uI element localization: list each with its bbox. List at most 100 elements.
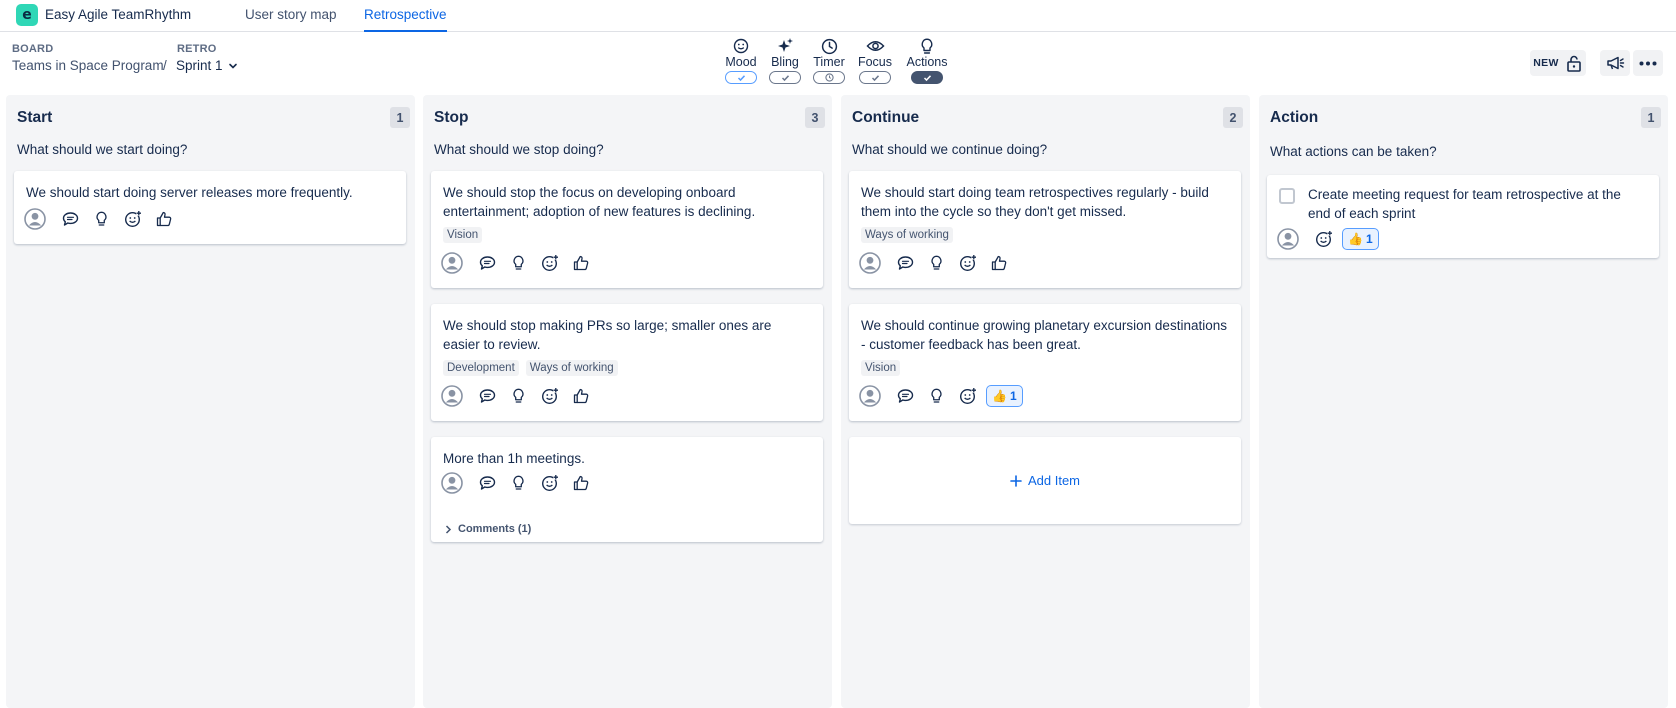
retro-card[interactable]: We should stop the focus on developing o… <box>431 171 823 288</box>
add-reaction-button[interactable] <box>117 207 148 231</box>
comment-button[interactable] <box>55 207 86 231</box>
convert-to-action-button[interactable] <box>503 384 534 408</box>
thumbs-up-icon <box>573 255 588 271</box>
avatar[interactable] <box>859 251 881 275</box>
avatar[interactable] <box>441 384 463 408</box>
convert-to-action-button[interactable] <box>921 251 952 275</box>
tag-label[interactable]: Development <box>443 360 519 376</box>
card-tags: Development Ways of working <box>443 360 618 376</box>
column-title: Action <box>1270 109 1319 126</box>
avatar[interactable] <box>1277 227 1299 251</box>
tag-label[interactable]: Vision <box>443 227 483 243</box>
add-item-button[interactable]: Add Item <box>849 437 1241 524</box>
vote-button[interactable] <box>983 251 1014 275</box>
convert-to-action-button[interactable] <box>921 384 952 408</box>
comment-button[interactable] <box>890 251 921 275</box>
vote-button[interactable] <box>148 207 179 231</box>
focus-toggle[interactable]: Focus <box>849 37 901 84</box>
comment-button[interactable] <box>472 251 503 275</box>
tag-label[interactable]: Vision <box>861 360 901 376</box>
thumbs-up-reaction[interactable]: 👍 1 <box>1342 228 1379 250</box>
megaphone-icon <box>1606 56 1624 70</box>
thumbs-up-reaction[interactable]: 👍 1 <box>986 385 1023 407</box>
thumbs-up-emoji-icon: 👍 <box>992 389 1007 403</box>
avatar[interactable] <box>859 384 881 408</box>
action-card[interactable]: Create meeting request for team retrospe… <box>1267 175 1659 258</box>
board-link[interactable]: Teams in Space Program <box>12 58 164 73</box>
chevron-right-icon <box>445 524 452 534</box>
convert-to-action-button[interactable] <box>503 471 534 495</box>
tag-label[interactable]: Ways of working <box>861 227 953 243</box>
tag-label[interactable]: Ways of working <box>525 360 618 376</box>
tab-retrospective[interactable]: Retrospective <box>364 7 447 22</box>
convert-to-action-button[interactable] <box>86 207 117 231</box>
retro-card[interactable]: We should start doing server releases mo… <box>14 171 406 244</box>
card-actions <box>441 251 596 275</box>
clock-icon <box>821 38 837 54</box>
lightbulb-icon <box>513 255 524 270</box>
thumbs-up-icon <box>991 255 1006 271</box>
card-text: We should start doing server releases mo… <box>26 185 353 200</box>
avatar[interactable] <box>24 207 46 231</box>
actions-toggle[interactable]: Actions <box>901 37 953 84</box>
column-prompt: What actions can be taken? <box>1270 144 1437 159</box>
retro-card[interactable]: More than 1h meetings. Comments (1) <box>431 437 823 542</box>
vote-button[interactable] <box>565 251 596 275</box>
card-count-badge: 2 <box>1223 107 1243 128</box>
add-reaction-button[interactable] <box>1308 227 1339 251</box>
add-reaction-button[interactable] <box>534 384 565 408</box>
add-reaction-button[interactable] <box>952 251 983 275</box>
card-text: We should start doing team retrospective… <box>861 185 1209 219</box>
avatar[interactable] <box>441 251 463 275</box>
retro-card[interactable]: We should start doing team retrospective… <box>849 171 1241 288</box>
focus-toggle-pill <box>859 71 891 84</box>
card-actions <box>441 471 596 495</box>
comment-button[interactable] <box>472 384 503 408</box>
avatar-icon <box>1277 228 1299 250</box>
vote-button[interactable] <box>565 471 596 495</box>
column-continue: Continue 2 What should we continue doing… <box>841 95 1250 708</box>
card-text: We should stop making PRs so large; smal… <box>443 318 772 352</box>
vote-button[interactable] <box>565 384 596 408</box>
add-reaction-button[interactable] <box>534 471 565 495</box>
sparkle-icon <box>778 38 793 52</box>
thumbs-up-icon <box>573 475 588 491</box>
add-reaction-button[interactable] <box>952 384 983 408</box>
add-emoji-icon <box>124 210 141 228</box>
add-emoji-icon <box>959 387 976 405</box>
card-actions <box>441 384 596 408</box>
timer-toggle[interactable]: Timer <box>803 37 855 84</box>
add-reaction-button[interactable] <box>534 251 565 275</box>
lightbulb-icon <box>513 475 524 490</box>
board-label: BOARD <box>12 43 54 55</box>
lightbulb-icon <box>921 38 933 54</box>
sprint-select[interactable]: Sprint 1 <box>176 58 238 73</box>
new-feature-lock-button[interactable]: NEW <box>1530 50 1586 76</box>
column-start: Start 1 What should we start doing? We s… <box>6 95 415 708</box>
lightbulb-icon <box>96 211 107 226</box>
convert-to-action-button[interactable] <box>503 251 534 275</box>
focus-label: Focus <box>857 55 893 69</box>
comments-toggle[interactable]: Comments (1) <box>445 523 531 535</box>
add-emoji-icon <box>959 254 976 272</box>
avatar[interactable] <box>441 471 463 495</box>
timer-label: Timer <box>813 55 845 69</box>
announcements-button[interactable] <box>1600 50 1630 76</box>
retro-card[interactable]: We should continue growing planetary exc… <box>849 304 1241 421</box>
app-name: Easy Agile TeamRhythm <box>45 7 192 22</box>
add-emoji-icon <box>541 254 558 272</box>
app-logo[interactable]: e <box>16 4 38 26</box>
action-checkbox[interactable] <box>1279 188 1295 204</box>
bling-label: Bling <box>771 55 799 69</box>
smiley-icon <box>733 38 749 54</box>
retro-card[interactable]: We should stop making PRs so large; smal… <box>431 304 823 421</box>
plus-icon <box>1010 474 1022 487</box>
tab-user-story-map[interactable]: User story map <box>245 7 337 22</box>
column-stop: Stop 3 What should we stop doing? We sho… <box>423 95 832 708</box>
more-options-button[interactable] <box>1633 50 1663 76</box>
eye-icon <box>865 41 885 51</box>
reaction-count: 1 <box>1365 232 1373 246</box>
comment-button[interactable] <box>472 471 503 495</box>
clock-icon <box>824 73 834 82</box>
comment-button[interactable] <box>890 384 921 408</box>
